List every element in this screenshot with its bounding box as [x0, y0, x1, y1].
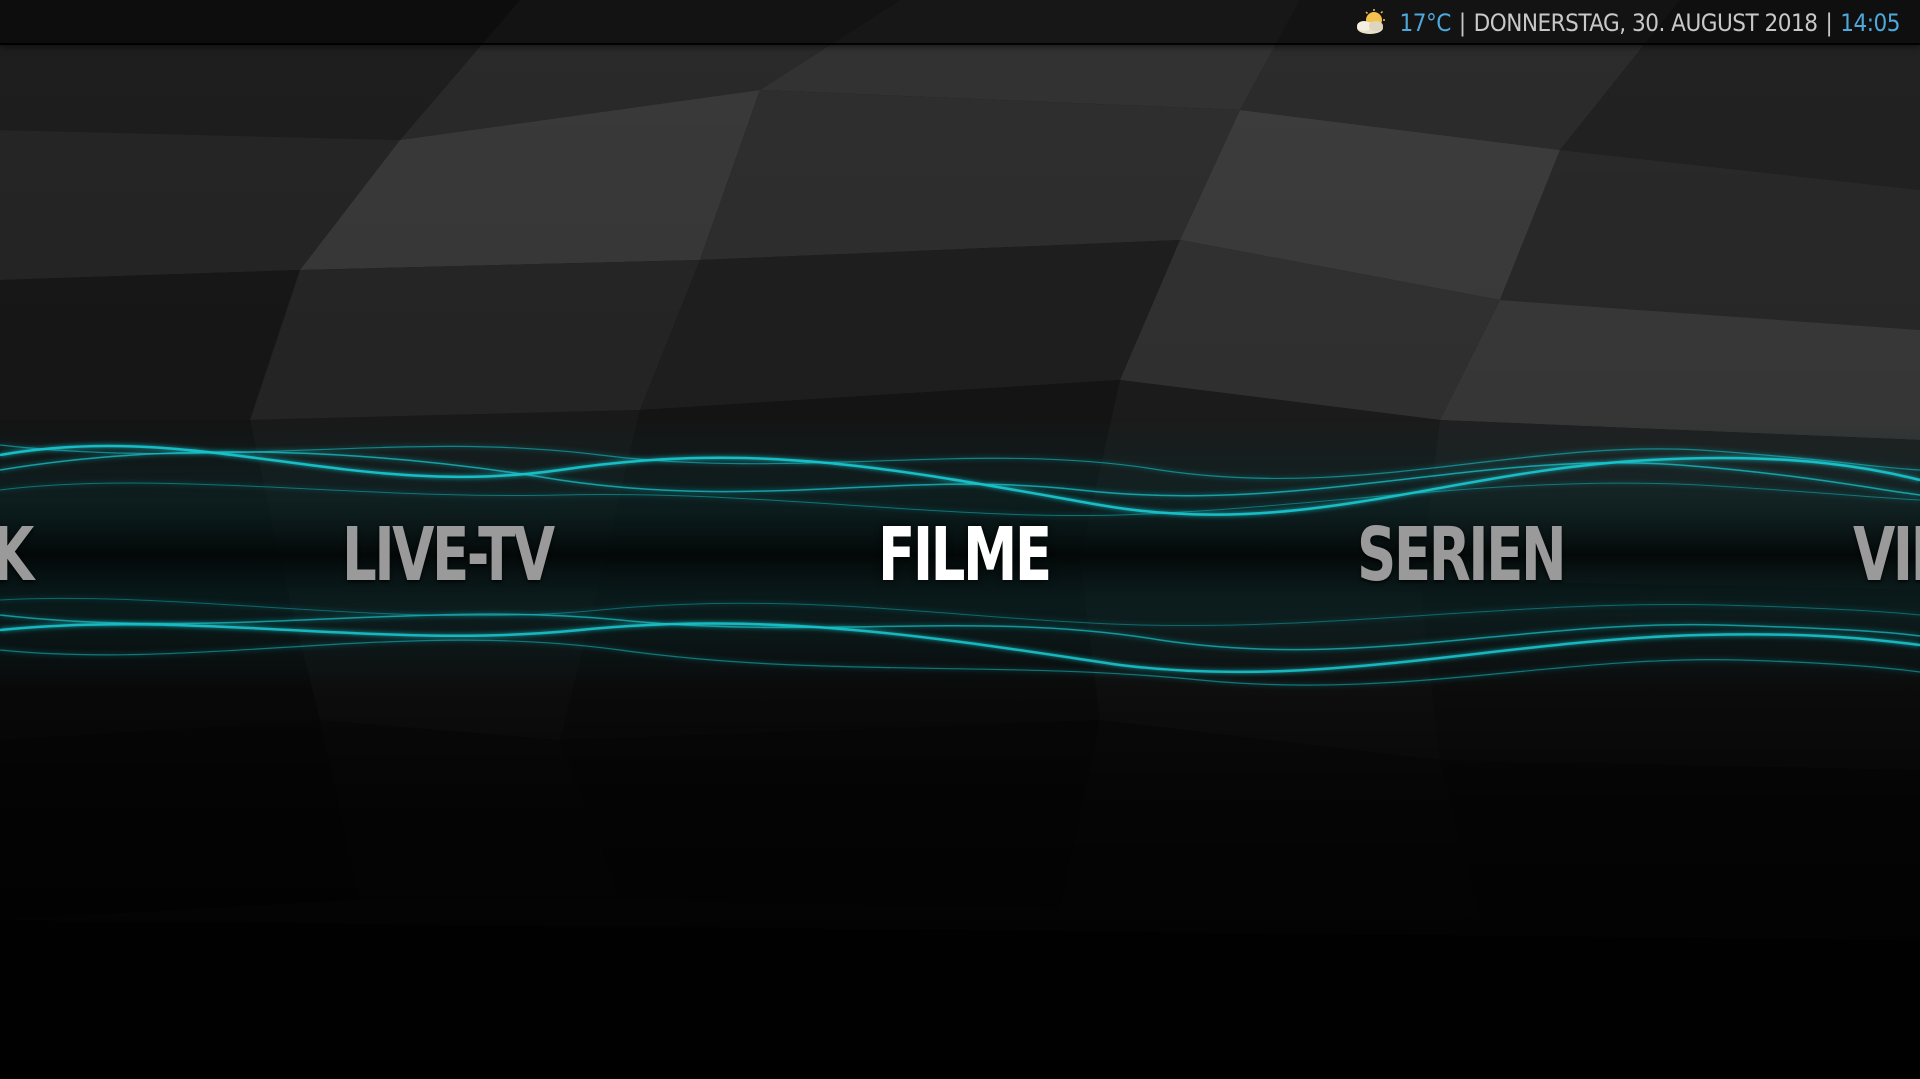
- temperature-text: 17°C: [1399, 9, 1452, 37]
- status-info: 17°C | DONNERSTAG, 30. AUGUST 2018 | 14:…: [1352, 9, 1900, 37]
- menu-item-filme[interactable]: FILME: [878, 505, 1052, 605]
- main-menu: K LIVE-TV FILME SERIEN VID: [0, 505, 1920, 605]
- partly-cloudy-sun-icon: [1356, 9, 1385, 34]
- separator: |: [1825, 9, 1833, 37]
- clock-time: 14:05: [1840, 9, 1900, 37]
- menu-item-live-tv[interactable]: LIVE-TV: [342, 505, 555, 605]
- separator: |: [1458, 9, 1466, 37]
- menu-item-partial-left[interactable]: K: [0, 505, 34, 605]
- top-status-bar: 17°C | DONNERSTAG, 30. AUGUST 2018 | 14:…: [0, 0, 1920, 45]
- menu-item-serien[interactable]: SERIEN: [1357, 505, 1567, 605]
- date-text: DONNERSTAG, 30. AUGUST 2018: [1473, 9, 1818, 37]
- menu-item-partial-right[interactable]: VID: [1853, 505, 1920, 605]
